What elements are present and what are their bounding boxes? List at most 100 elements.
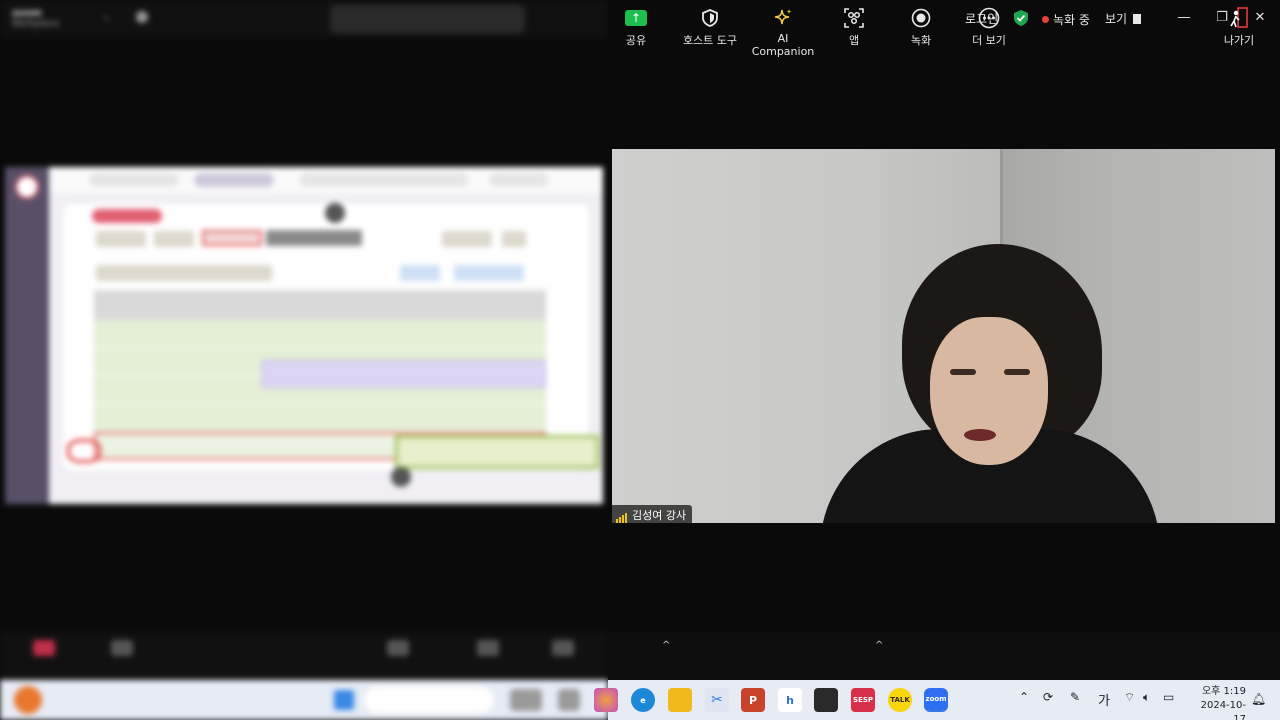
host-tools-label: 호스트 도구 <box>682 34 738 47</box>
more-label: 더 보기 <box>972 34 1006 47</box>
slide-nav-item <box>299 173 469 187</box>
participants-icon <box>387 640 409 656</box>
slide-nav <box>49 167 603 193</box>
table-row <box>94 404 546 432</box>
left-toolbar <box>0 632 608 680</box>
cursor-icon <box>325 203 345 223</box>
annotation-box <box>395 435 599 469</box>
snipping-tool-icon[interactable]: ✂ <box>705 688 729 712</box>
clock-time: 오후 1:19 <box>1201 686 1246 697</box>
slide-logo <box>15 175 39 199</box>
shield-check-icon[interactable] <box>1014 10 1028 26</box>
weather-icon[interactable] <box>14 686 42 714</box>
leave-label: 나가기 <box>1223 34 1255 47</box>
status-dot-icon <box>136 11 148 23</box>
ai-companion-label: AI Companion <box>751 32 815 58</box>
clock-date: 2024-10-17 <box>1200 700 1246 720</box>
share-options-caret[interactable]: ^ <box>662 640 670 651</box>
taskbar-app-icon[interactable] <box>510 689 542 711</box>
chevron-down-icon[interactable]: ⌄ <box>102 11 110 22</box>
copilot-icon[interactable] <box>594 688 618 712</box>
video-tile[interactable]: 김성여 강사 <box>612 149 1275 523</box>
left-title-bar: zoom Workplace ⌄ <box>0 0 608 38</box>
leave-icon <box>1230 7 1248 28</box>
share-label: 공유 <box>625 34 647 47</box>
signal-strength-icon <box>616 510 628 523</box>
kakaotalk-icon[interactable]: TALK <box>888 688 912 712</box>
record-label: 녹화 <box>910 34 932 47</box>
edge-browser-icon[interactable]: e <box>631 688 655 712</box>
react-button[interactable] <box>545 640 581 674</box>
slide-chip <box>96 265 272 281</box>
participant-video <box>950 369 976 375</box>
shared-slide <box>5 167 603 504</box>
share-button[interactable]: ↑ 공유 <box>620 4 652 48</box>
participant-name: 김성여 강사 <box>632 509 687 522</box>
blurred-region: zoom Workplace ⌄ <box>0 0 608 720</box>
host-tools-button[interactable]: 호스트 도구 <box>680 4 740 48</box>
taskbar-search-input[interactable] <box>364 687 494 713</box>
chat-button[interactable] <box>470 640 506 674</box>
cursor-icon <box>391 467 411 487</box>
ime-indicator[interactable]: 가 <box>1098 690 1110 709</box>
slide-tag <box>92 209 162 223</box>
pen-annotation <box>67 439 101 463</box>
more-icon <box>978 7 1000 29</box>
shield-icon <box>702 9 718 27</box>
heart-icon <box>552 640 574 656</box>
sticky-notes-icon[interactable] <box>814 688 838 712</box>
participant-video <box>930 317 1048 465</box>
slide-chip <box>400 265 440 281</box>
slide-chip <box>154 231 194 247</box>
wifi-icon[interactable]: ⌔ <box>1124 690 1135 705</box>
slide-sidebar <box>5 167 49 504</box>
zoom-app-icon[interactable]: zoom <box>924 688 948 712</box>
apps-options-caret[interactable]: ^ <box>875 640 883 651</box>
video-button[interactable] <box>104 640 140 674</box>
mute-button[interactable] <box>26 640 62 674</box>
windows-start-icon[interactable] <box>334 690 354 710</box>
sesp-app-icon[interactable]: SESP <box>851 688 875 712</box>
sparkle-icon <box>774 9 792 25</box>
powerpoint-icon[interactable]: P <box>741 688 765 712</box>
table-header <box>94 290 546 320</box>
participant-video <box>1004 369 1030 375</box>
taskbar-left <box>0 680 608 720</box>
notification-bell-icon[interactable]: 🔔︎ <box>1251 692 1266 706</box>
slide-chip <box>266 230 362 246</box>
record-button[interactable]: 녹화 <box>906 4 936 48</box>
status-indicator[interactable] <box>136 10 154 23</box>
record-dot-icon <box>1042 16 1049 23</box>
taskbar-app-icon[interactable] <box>558 689 580 711</box>
camera-icon <box>111 640 133 656</box>
battery-icon[interactable]: ▭ <box>1163 690 1174 704</box>
apps-icon <box>844 8 864 28</box>
recording-indicator[interactable]: 녹화 중 <box>1042 11 1090 28</box>
search-input[interactable] <box>330 5 525 33</box>
sync-icon[interactable]: ⟳ <box>1043 690 1053 704</box>
more-button[interactable]: 더 보기 <box>970 4 1008 48</box>
ai-companion-button[interactable]: AI Companion <box>748 4 818 58</box>
view-button[interactable]: 보기 <box>1105 10 1142 27</box>
participants-button[interactable] <box>380 640 416 674</box>
tray-overflow-chevron-icon[interactable]: ⌃ <box>1019 690 1029 704</box>
chat-icon <box>477 640 499 656</box>
meeting-toolbar <box>608 632 1280 680</box>
system-clock[interactable]: 오후 1:19 2024-10-17 <box>1190 685 1246 720</box>
volume-icon[interactable]: 🔈︎ <box>1143 690 1150 705</box>
minimize-button[interactable]: — <box>1170 6 1198 30</box>
slide-chip <box>202 230 262 246</box>
leave-button[interactable]: 나가기 <box>1220 4 1258 48</box>
zoom-meeting-window: zoom Workplace ⌄ 로그인 녹화 중 보기 — ❐ ✕ 김성여 강… <box>0 0 1280 720</box>
zoom-logo: zoom Workplace <box>12 8 60 29</box>
annotation-box <box>262 360 546 388</box>
view-label: 보기 <box>1105 12 1128 26</box>
table-row <box>94 320 546 348</box>
slide-chip <box>502 231 526 247</box>
slide-nav-item <box>89 173 179 187</box>
apps-button[interactable]: 앱 <box>840 4 868 48</box>
hancom-icon[interactable]: h <box>778 688 802 712</box>
pen-input-icon[interactable]: ✎ <box>1070 690 1080 704</box>
file-explorer-icon[interactable] <box>668 688 692 712</box>
apps-label: 앱 <box>848 34 860 47</box>
